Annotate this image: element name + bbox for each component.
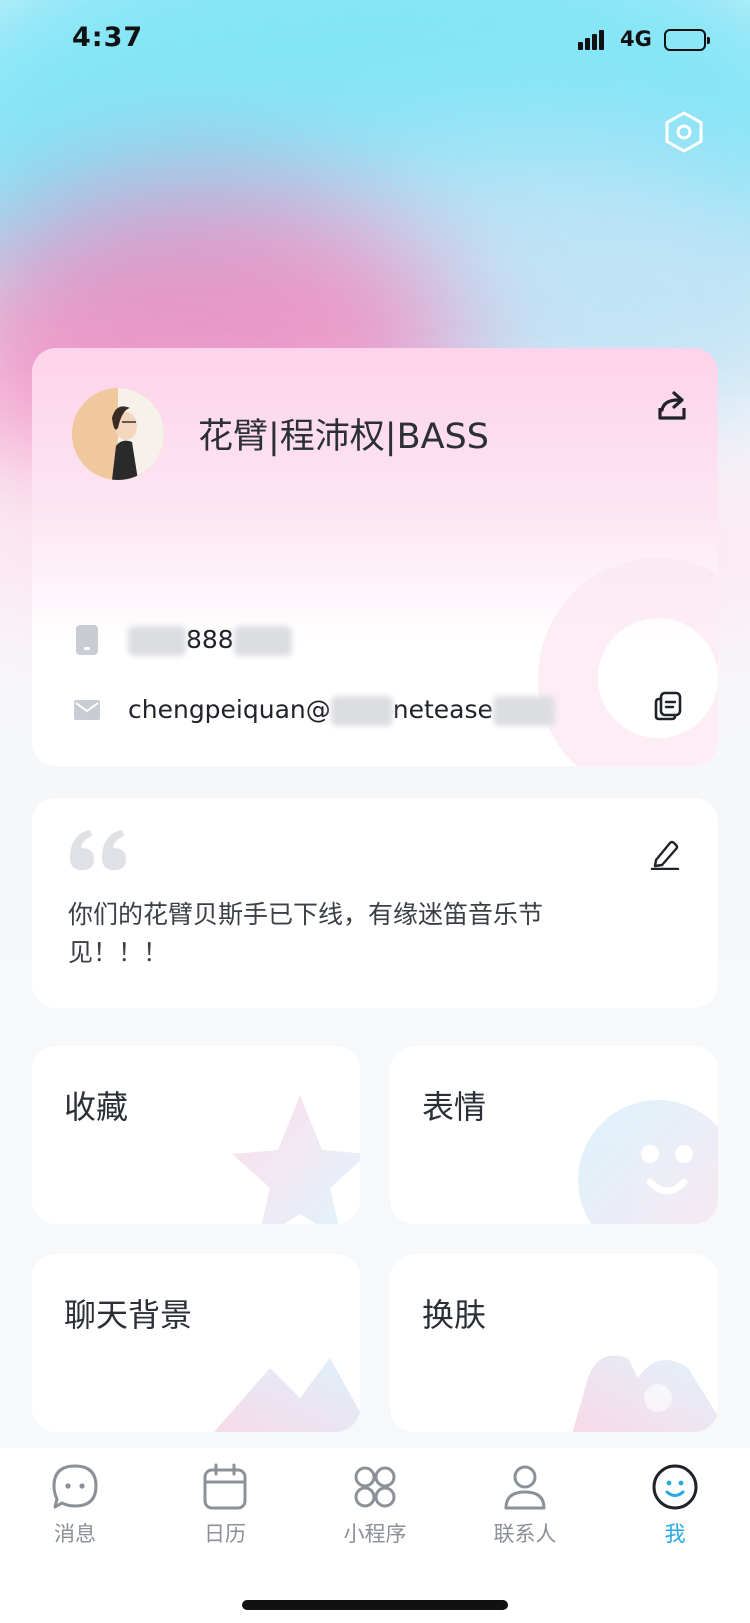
tile-label: 表情 (422, 1088, 487, 1126)
tab-mini-programs[interactable]: 小程序 (315, 1462, 435, 1562)
email-address: chengpeiquan@ netease (128, 695, 555, 726)
phone-number: 888 (128, 625, 292, 656)
edit-pencil-icon[interactable] (650, 838, 680, 870)
network-type: 4G (620, 27, 652, 51)
tab-bar: 消息 日历 小程序 联系人 我 (0, 1448, 750, 1623)
tab-label: 消息 (54, 1522, 96, 1546)
tile-skin[interactable]: 换肤 (390, 1254, 718, 1432)
grid-icon (354, 1466, 396, 1508)
signature-card[interactable]: 你们的花臂贝斯手已下线，有缘迷笛音乐节见！！！ (32, 798, 718, 1008)
tile-chat-background[interactable]: 聊天背景 (32, 1254, 360, 1432)
home-indicator[interactable] (242, 1600, 508, 1610)
tab-messages[interactable]: 消息 (15, 1462, 135, 1562)
status-time: 4:37 (72, 22, 144, 53)
tile-stickers[interactable]: 表情 (390, 1046, 718, 1224)
calendar-icon (203, 1463, 247, 1510)
signature-text: 你们的花臂贝斯手已下线，有缘迷笛音乐节见！！！ (68, 900, 544, 967)
mountain-icon (214, 1358, 360, 1432)
tile-favorites[interactable]: 收藏 (32, 1046, 360, 1224)
tab-label: 我 (664, 1522, 686, 1546)
mail-icon (72, 695, 102, 725)
email-row[interactable]: chengpeiquan@ netease (72, 690, 555, 730)
copy-icon[interactable] (652, 690, 684, 722)
settings-hexagon-icon[interactable] (662, 110, 706, 154)
palette-icon (572, 1355, 718, 1432)
share-icon[interactable] (654, 388, 690, 424)
avatar[interactable] (72, 388, 164, 480)
battery-icon (664, 29, 710, 51)
star-icon (232, 1095, 360, 1224)
tab-me[interactable]: 我 (615, 1462, 735, 1562)
tab-label: 联系人 (493, 1522, 557, 1546)
phone-row[interactable]: 888 (72, 620, 292, 660)
chat-bubble-icon (52, 1464, 98, 1509)
tab-calendar[interactable]: 日历 (165, 1462, 285, 1562)
tile-label: 聊天背景 (64, 1296, 193, 1334)
tab-contacts[interactable]: 联系人 (465, 1462, 585, 1562)
signal-icon (578, 28, 608, 50)
smile-face-icon (652, 1464, 698, 1510)
tile-label: 收藏 (64, 1088, 129, 1126)
person-icon (504, 1465, 546, 1510)
tile-label: 换肤 (422, 1296, 487, 1334)
profile-name: 花臂|程沛权|BASS (198, 417, 489, 457)
status-bar: 4:37 4G (0, 0, 750, 84)
tab-label: 日历 (204, 1522, 246, 1546)
tab-label: 小程序 (343, 1522, 407, 1546)
phone-icon (72, 625, 102, 655)
quote-icon (70, 830, 126, 870)
smile-icon (578, 1100, 718, 1224)
